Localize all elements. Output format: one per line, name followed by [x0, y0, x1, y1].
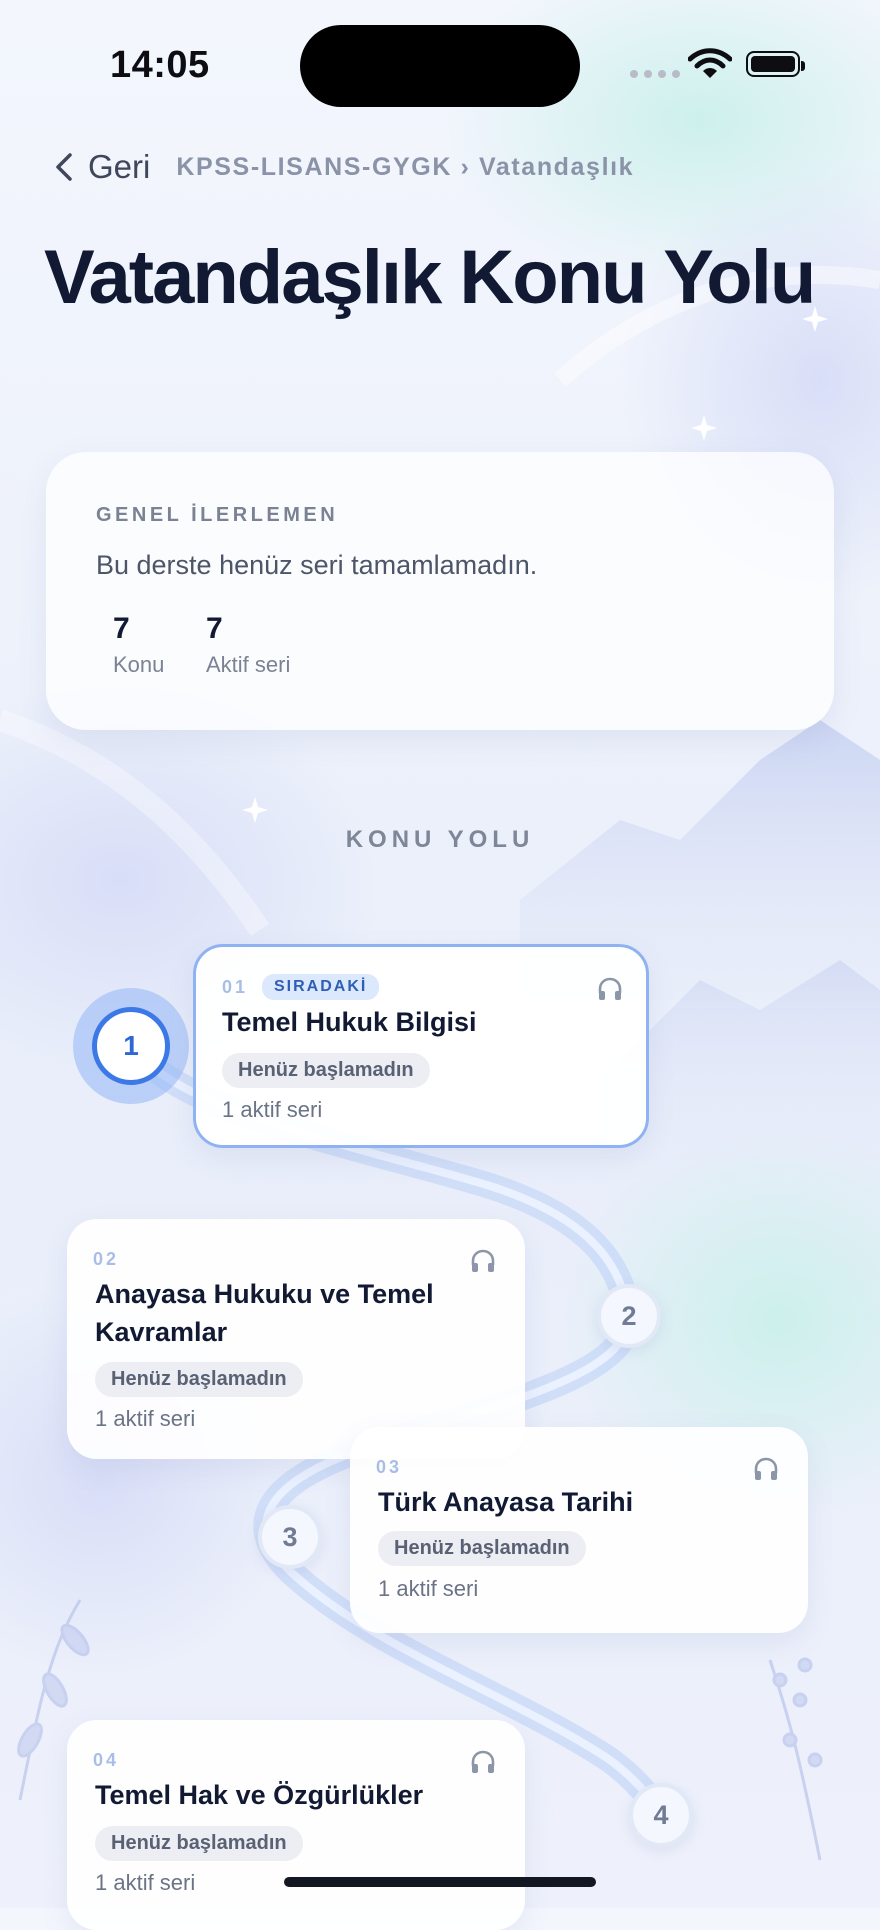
series-count: 1 aktif seri: [95, 1406, 196, 1431]
section-title: KONU YOLU: [345, 826, 535, 853]
stat-value: 7: [206, 612, 223, 645]
topic-node-3[interactable]: 3: [258, 1505, 322, 1569]
headphones-icon[interactable]: [469, 1247, 497, 1275]
topic-number: 02: [93, 1249, 120, 1269]
status-chip: Henüz başlamadın: [95, 1362, 303, 1397]
back-button[interactable]: Geri: [54, 148, 150, 186]
topic-node-2[interactable]: 2: [597, 1284, 661, 1348]
status-bar: 14:05: [0, 0, 880, 130]
topic-card-2[interactable]: 02 Anayasa Hukuku ve Temel Kavramlar Hen…: [67, 1219, 525, 1459]
dynamic-island: [300, 25, 580, 107]
signal-icon: [630, 70, 680, 78]
topic-node-4[interactable]: 4: [629, 1783, 693, 1847]
stat-value: 7: [113, 612, 130, 645]
home-indicator: [284, 1877, 596, 1887]
headphones-icon[interactable]: [596, 975, 624, 1003]
status-chip: Henüz başlamadın: [378, 1531, 586, 1566]
stat-label: Konu: [113, 652, 165, 677]
topic-title: Türk Anayasa Tarihi: [378, 1487, 634, 1517]
stat-label: Aktif seri: [206, 652, 291, 677]
wifi-icon: [688, 48, 732, 78]
breadcrumb: KPSS-LISANS-GYGK › Vatandaşlık: [176, 152, 635, 181]
topic-number: 04: [93, 1750, 120, 1770]
status-time: 14:05: [110, 44, 210, 86]
topic-title: Temel Hukuk Bilgisi: [222, 1007, 477, 1037]
progress-card: GENEL İLERLEMEN Bu derste henüz seri tam…: [46, 452, 834, 730]
topic-title: Anayasa Hukuku ve Temel Kavramlar: [95, 1279, 434, 1347]
topic-title: Temel Hak ve Özgürlükler: [95, 1780, 424, 1810]
top-nav: Geri KPSS-LISANS-GYGK › Vatandaşlık: [54, 148, 634, 186]
series-count: 1 aktif seri: [222, 1097, 323, 1122]
topic-node-1-circle: 1: [92, 1007, 170, 1085]
topic-card-1[interactable]: 01 SIRADAKİ Temel Hukuk Bilgisi Henüz ba…: [193, 944, 649, 1148]
topic-number: 03: [376, 1457, 403, 1477]
topic-number: 01: [222, 977, 249, 997]
back-label: Geri: [88, 148, 151, 185]
topic-card-4[interactable]: 04 Temel Hak ve Özgürlükler Henüz başlam…: [67, 1720, 525, 1930]
headphones-icon[interactable]: [752, 1455, 780, 1483]
topic-node-1[interactable]: 1: [73, 988, 189, 1104]
next-badge: SIRADAKİ: [262, 974, 380, 1000]
status-chip: Henüz başlamadın: [95, 1826, 303, 1861]
status-chip: Henüz başlamadın: [222, 1053, 430, 1088]
series-count: 1 aktif seri: [95, 1870, 196, 1895]
topic-card-3[interactable]: 03 Türk Anayasa Tarihi Henüz başlamadın …: [350, 1427, 808, 1633]
page-title: Vatandaşlık Konu Yolu: [44, 235, 816, 320]
stat-topics: 7 Konu: [113, 612, 164, 678]
progress-label: GENEL İLERLEMEN: [96, 504, 339, 526]
battery-icon: [746, 51, 805, 77]
progress-text: Bu derste henüz seri tamamlamadın.: [96, 550, 538, 580]
chevron-left-icon: [56, 153, 72, 181]
series-count: 1 aktif seri: [378, 1576, 479, 1601]
stat-active-series: 7 Aktif seri: [206, 612, 290, 678]
headphones-icon[interactable]: [469, 1748, 497, 1776]
